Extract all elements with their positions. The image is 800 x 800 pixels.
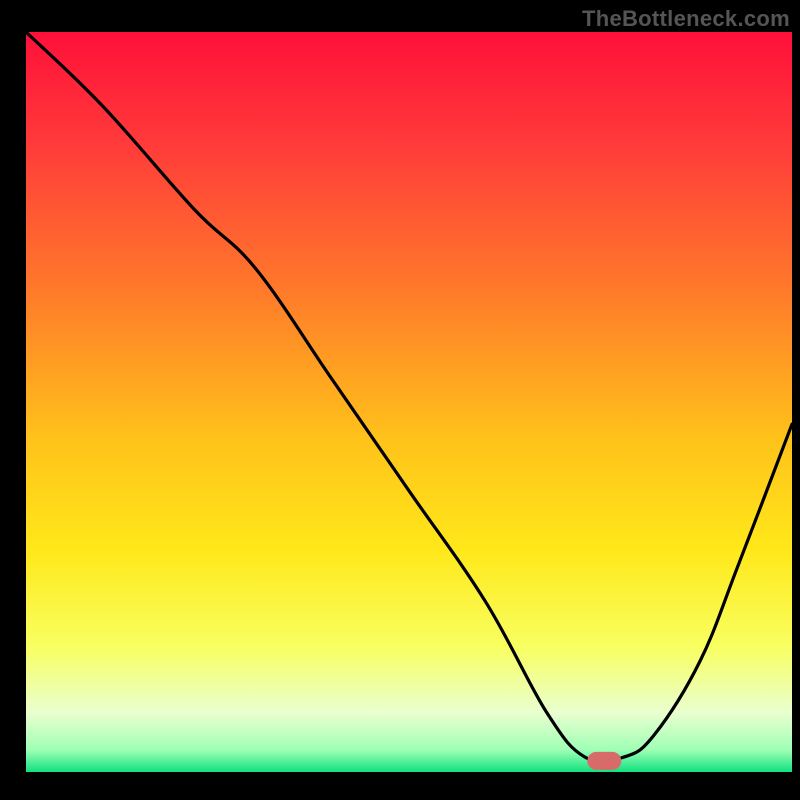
plot-area	[26, 32, 792, 772]
gradient-background	[26, 32, 792, 772]
attribution-text: TheBottleneck.com	[582, 6, 790, 32]
optimal-marker	[587, 752, 621, 770]
bottleneck-chart	[0, 0, 800, 800]
